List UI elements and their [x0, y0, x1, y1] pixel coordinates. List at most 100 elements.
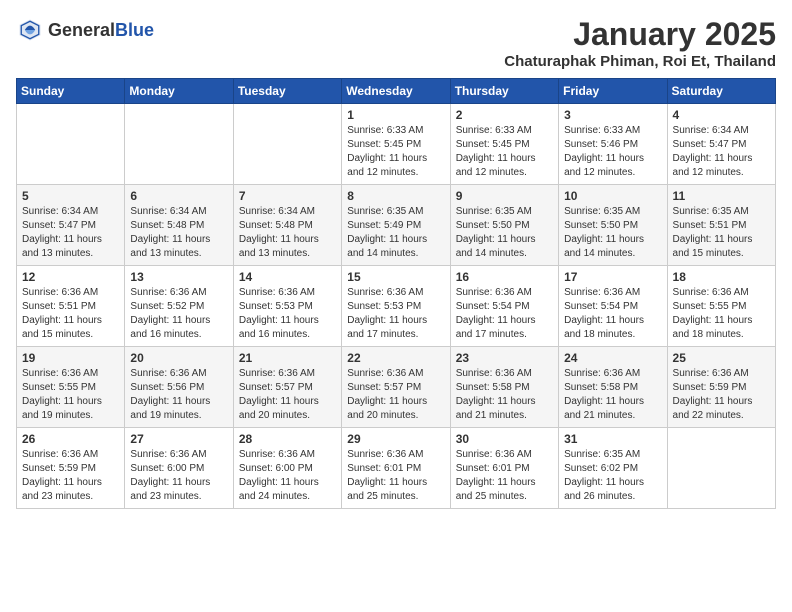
day-number: 14: [239, 270, 336, 284]
day-info: Sunrise: 6:34 AM Sunset: 5:47 PM Dayligh…: [673, 124, 770, 180]
month-title: January 2025: [504, 16, 776, 53]
day-info: Sunrise: 6:36 AM Sunset: 5:52 PM Dayligh…: [130, 286, 227, 342]
logo-text-blue: Blue: [115, 20, 154, 40]
day-number: 6: [130, 189, 227, 203]
calendar-cell: 1Sunrise: 6:33 AM Sunset: 5:45 PM Daylig…: [342, 104, 450, 185]
calendar-cell: 29 Sunrise: 6:36 AM Sunset: 6:01 PM Dayli…: [342, 428, 450, 509]
calendar-cell: 26 Sunrise: 6:36 AM Sunset: 5:59 PM Dayli…: [17, 428, 125, 509]
day-info: Sunrise: 6:36 AM Sunset: 5:54 PM Dayligh…: [456, 286, 553, 342]
day-number: 30: [456, 432, 553, 446]
calendar-week-3: 12 Sunrise: 6:36 AM Sunset: 5:51 PM Dayli…: [17, 266, 776, 347]
calendar-cell: 6 Sunrise: 6:34 AM Sunset: 5:48 PM Daylig…: [125, 185, 233, 266]
weekday-header-thursday: Thursday: [450, 79, 558, 104]
calendar-cell: 11 Sunrise: 6:35 AM Sunset: 5:51 PM Dayli…: [667, 185, 775, 266]
day-number: 1: [347, 108, 444, 122]
title-block: January 2025 Chaturaphak Phiman, Roi Et,…: [504, 16, 776, 70]
calendar-week-5: 26 Sunrise: 6:36 AM Sunset: 5:59 PM Dayli…: [17, 428, 776, 509]
calendar-cell: 24Sunrise: 6:36 AM Sunset: 5:58 PM Dayli…: [559, 347, 667, 428]
calendar-cell: 20Sunrise: 6:36 AM Sunset: 5:56 PM Dayli…: [125, 347, 233, 428]
calendar-cell: [667, 428, 775, 509]
day-number: 9: [456, 189, 553, 203]
calendar-cell: 15 Sunrise: 6:36 AM Sunset: 5:53 PM Dayli…: [342, 266, 450, 347]
day-info: Sunrise: 6:36 AM Sunset: 5:53 PM Dayligh…: [239, 286, 336, 342]
day-info: Sunrise: 6:34 AM Sunset: 5:48 PM Dayligh…: [239, 205, 336, 261]
day-info: Sunrise: 6:36 AM Sunset: 5:53 PM Dayligh…: [347, 286, 444, 342]
day-info: Sunrise: 6:36 AM Sunset: 6:00 PM Dayligh…: [130, 448, 227, 504]
day-number: 21: [239, 351, 336, 365]
calendar-week-1: 1 Sunrise: 6:33 AM Sunset: 5:45 PM Daylig…: [17, 104, 776, 185]
calendar-cell: [17, 104, 125, 185]
calendar-cell: 8 Sunrise: 6:35 AM Sunset: 5:49 PM Daylig…: [342, 185, 450, 266]
day-number: 4: [673, 108, 770, 122]
day-info: Sunrise: 6:35 AM Sunset: 6:02 PM Dayligh…: [564, 448, 661, 504]
calendar-cell: 31Sunrise: 6:35 AM Sunset: 6:02 PM Dayli…: [559, 428, 667, 509]
day-number: 25: [673, 351, 770, 365]
calendar-week-2: 5 Sunrise: 6:34 AM Sunset: 5:47 PM Daylig…: [17, 185, 776, 266]
page-header: GeneralBlue January 2025 Chaturaphak Phi…: [16, 16, 776, 70]
calendar-cell: 13 Sunrise: 6:36 AM Sunset: 5:52 PM Dayli…: [125, 266, 233, 347]
calendar-cell: 5 Sunrise: 6:34 AM Sunset: 5:47 PM Daylig…: [17, 185, 125, 266]
day-info: Sunrise: 6:36 AM Sunset: 6:01 PM Dayligh…: [347, 448, 444, 504]
calendar-cell: 17Sunrise: 6:36 AM Sunset: 5:54 PM Dayli…: [559, 266, 667, 347]
logo-text-general: General: [48, 20, 115, 40]
day-number: 8: [347, 189, 444, 203]
day-info: Sunrise: 6:35 AM Sunset: 5:51 PM Dayligh…: [673, 205, 770, 261]
day-number: 23: [456, 351, 553, 365]
calendar-cell: 25 Sunrise: 6:36 AM Sunset: 5:59 PM Dayli…: [667, 347, 775, 428]
day-info: Sunrise: 6:36 AM Sunset: 5:56 PM Dayligh…: [130, 367, 227, 423]
day-info: Sunrise: 6:34 AM Sunset: 5:48 PM Dayligh…: [130, 205, 227, 261]
day-number: 3: [564, 108, 661, 122]
day-number: 26: [22, 432, 119, 446]
calendar-cell: 12 Sunrise: 6:36 AM Sunset: 5:51 PM Dayli…: [17, 266, 125, 347]
day-info: Sunrise: 6:33 AM Sunset: 5:45 PM Dayligh…: [456, 124, 553, 180]
calendar-cell: 4 Sunrise: 6:34 AM Sunset: 5:47 PM Daylig…: [667, 104, 775, 185]
day-info: Sunrise: 6:36 AM Sunset: 5:54 PM Dayligh…: [564, 286, 661, 342]
day-number: 15: [347, 270, 444, 284]
calendar-cell: 7 Sunrise: 6:34 AM Sunset: 5:48 PM Daylig…: [233, 185, 341, 266]
day-number: 12: [22, 270, 119, 284]
calendar-cell: 23 Sunrise: 6:36 AM Sunset: 5:58 PM Dayli…: [450, 347, 558, 428]
day-number: 11: [673, 189, 770, 203]
day-number: 28: [239, 432, 336, 446]
day-info: Sunrise: 6:35 AM Sunset: 5:50 PM Dayligh…: [564, 205, 661, 261]
weekday-header-sunday: Sunday: [17, 79, 125, 104]
calendar-cell: 18Sunrise: 6:36 AM Sunset: 5:55 PM Dayli…: [667, 266, 775, 347]
calendar-cell: 21 Sunrise: 6:36 AM Sunset: 5:57 PM Dayli…: [233, 347, 341, 428]
calendar-cell: 22 Sunrise: 6:36 AM Sunset: 5:57 PM Dayli…: [342, 347, 450, 428]
day-info: Sunrise: 6:36 AM Sunset: 5:57 PM Dayligh…: [239, 367, 336, 423]
day-info: Sunrise: 6:35 AM Sunset: 5:49 PM Dayligh…: [347, 205, 444, 261]
day-info: Sunrise: 6:36 AM Sunset: 5:55 PM Dayligh…: [22, 367, 119, 423]
day-number: 5: [22, 189, 119, 203]
weekday-header-tuesday: Tuesday: [233, 79, 341, 104]
day-number: 29: [347, 432, 444, 446]
day-info: Sunrise: 6:34 AM Sunset: 5:47 PM Dayligh…: [22, 205, 119, 261]
calendar-week-4: 19Sunrise: 6:36 AM Sunset: 5:55 PM Dayli…: [17, 347, 776, 428]
day-number: 27: [130, 432, 227, 446]
calendar-cell: 28 Sunrise: 6:36 AM Sunset: 6:00 PM Dayli…: [233, 428, 341, 509]
day-info: Sunrise: 6:36 AM Sunset: 5:59 PM Dayligh…: [22, 448, 119, 504]
day-number: 22: [347, 351, 444, 365]
day-number: 24: [564, 351, 661, 365]
day-info: Sunrise: 6:36 AM Sunset: 6:00 PM Dayligh…: [239, 448, 336, 504]
day-number: 18: [673, 270, 770, 284]
weekday-header-friday: Friday: [559, 79, 667, 104]
day-number: 2: [456, 108, 553, 122]
day-info: Sunrise: 6:33 AM Sunset: 5:46 PM Dayligh…: [564, 124, 661, 180]
weekday-header-monday: Monday: [125, 79, 233, 104]
location-title: Chaturaphak Phiman, Roi Et, Thailand: [504, 53, 776, 70]
day-info: Sunrise: 6:36 AM Sunset: 5:59 PM Dayligh…: [673, 367, 770, 423]
day-info: Sunrise: 6:36 AM Sunset: 5:57 PM Dayligh…: [347, 367, 444, 423]
calendar-cell: 30 Sunrise: 6:36 AM Sunset: 6:01 PM Dayli…: [450, 428, 558, 509]
day-info: Sunrise: 6:36 AM Sunset: 5:51 PM Dayligh…: [22, 286, 119, 342]
day-info: Sunrise: 6:36 AM Sunset: 5:58 PM Dayligh…: [456, 367, 553, 423]
calendar-cell: [125, 104, 233, 185]
day-info: Sunrise: 6:35 AM Sunset: 5:50 PM Dayligh…: [456, 205, 553, 261]
calendar-cell: 3 Sunrise: 6:33 AM Sunset: 5:46 PM Daylig…: [559, 104, 667, 185]
calendar-cell: 2 Sunrise: 6:33 AM Sunset: 5:45 PM Daylig…: [450, 104, 558, 185]
calendar-cell: 16Sunrise: 6:36 AM Sunset: 5:54 PM Dayli…: [450, 266, 558, 347]
day-number: 7: [239, 189, 336, 203]
day-number: 13: [130, 270, 227, 284]
calendar-table: SundayMondayTuesdayWednesdayThursdayFrid…: [16, 78, 776, 509]
day-info: Sunrise: 6:36 AM Sunset: 6:01 PM Dayligh…: [456, 448, 553, 504]
logo-icon: [16, 16, 44, 44]
